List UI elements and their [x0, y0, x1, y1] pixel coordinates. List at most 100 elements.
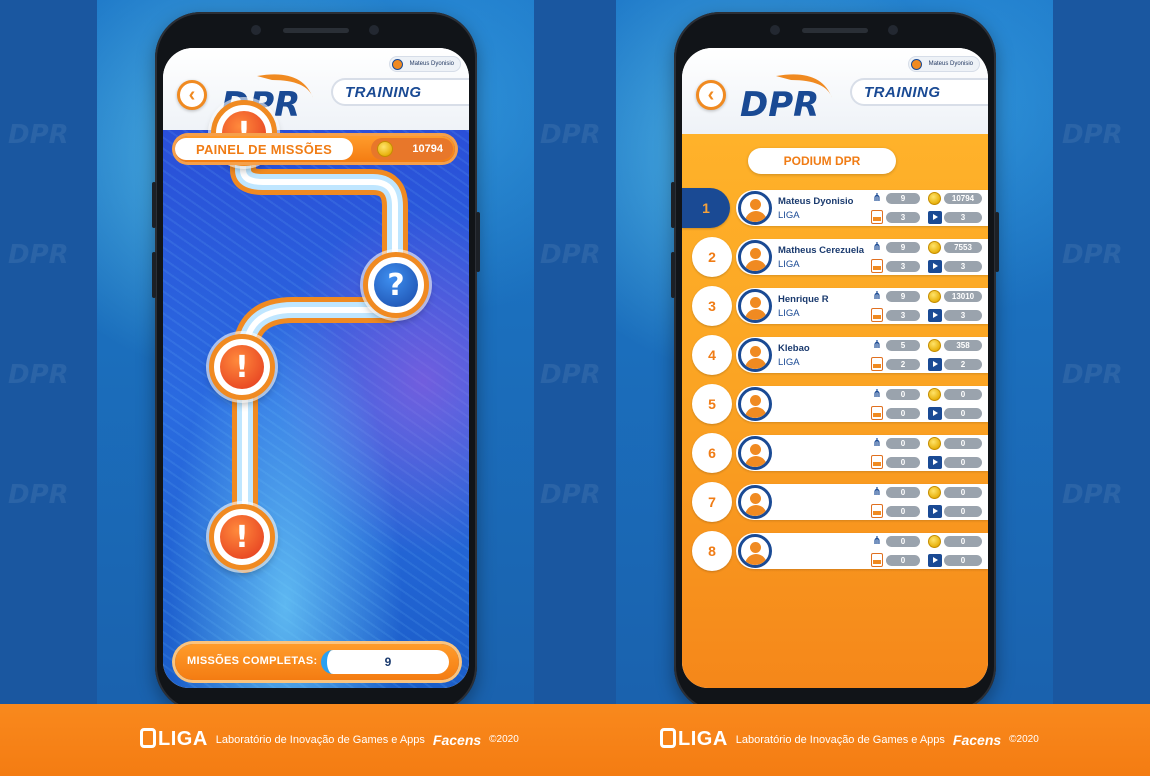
user-avatar-icon: [391, 59, 403, 70]
pdf-value: 0: [886, 506, 920, 517]
background-middle: [534, 0, 616, 704]
user-chip[interactable]: Mateus Dyonisio: [388, 56, 461, 72]
ranking-row[interactable]: 4 Klebao LIGA ⋔ 5 358 2 2: [682, 335, 988, 375]
video-value: 0: [944, 457, 982, 468]
pdf-icon: [871, 553, 883, 567]
user-chip[interactable]: Mateus Dyonisio: [907, 56, 980, 72]
chevron-left-icon: ‹: [188, 83, 196, 106]
pdf-icon: [871, 504, 883, 518]
links-value: 5: [886, 340, 920, 351]
back-button[interactable]: ‹: [177, 80, 207, 110]
player-card: Mateus Dyonisio LIGA ⋔ 9 10794 3 3: [736, 190, 988, 226]
watermark-logo: DPR: [540, 360, 601, 390]
footer-credits: LIGA Laboratório de Inovação de Games e …: [660, 728, 1039, 751]
video-icon: [928, 505, 942, 518]
player-card: ⋔ 0 0 0 0: [736, 435, 988, 471]
watermark-logo: DPR: [1062, 480, 1123, 510]
pdf-icon: [871, 210, 883, 224]
rank-badge: 5: [692, 384, 732, 424]
facens-logo: Facens: [952, 731, 1002, 748]
pdf-value: 3: [886, 212, 920, 223]
ranking-row[interactable]: 1 Mateus Dyonisio LIGA ⋔ 9 10794 3 3: [682, 188, 988, 228]
player-name: Klebao: [778, 343, 810, 354]
pdf-icon: [871, 308, 883, 322]
user-name: Mateus Dyonisio: [928, 61, 973, 67]
watermark-logo: DPR: [1062, 360, 1123, 390]
coin-icon: [928, 437, 941, 450]
share-icon: ⋔: [872, 485, 882, 498]
links-value: 9: [886, 291, 920, 302]
player-team: LIGA: [778, 210, 800, 221]
pdf-value: 0: [886, 457, 920, 468]
sensor: [369, 25, 379, 35]
watermark-logo: DPR: [1062, 120, 1123, 150]
mission-node[interactable]: !: [209, 334, 275, 400]
rank-badge: 7: [692, 482, 732, 522]
player-card: ⋔ 0 0 0 0: [736, 386, 988, 422]
rank-badge: 4: [692, 335, 732, 375]
video-icon: [928, 456, 942, 469]
ranking-row[interactable]: 5 ⋔ 0 0 0 0: [682, 384, 988, 424]
player-name: Mateus Dyonisio: [778, 196, 854, 207]
footer-credits: LIGA Laboratório de Inovação de Games e …: [140, 728, 519, 751]
pdf-value: 3: [886, 261, 920, 272]
ranking-row[interactable]: 8 ⋔ 0 0 0 0: [682, 531, 988, 571]
rank-badge: 8: [692, 531, 732, 571]
links-value: 0: [886, 536, 920, 547]
coin-counter: 10794: [371, 138, 453, 160]
pdf-icon: [871, 406, 883, 420]
avatar-icon: [738, 485, 772, 519]
facens-logo: Facens: [432, 731, 482, 748]
ranking-row[interactable]: 2 Matheus Cerezuela LIGA ⋔ 9 7553 3 3: [682, 237, 988, 277]
video-icon: [928, 309, 942, 322]
links-value: 9: [886, 193, 920, 204]
screen-missions: Mateus Dyonisio ‹ DPR TRAINING: [163, 48, 469, 688]
avatar-icon: [738, 240, 772, 274]
pdf-icon: [871, 259, 883, 273]
ranking-row[interactable]: 7 ⋔ 0 0 0 0: [682, 482, 988, 522]
missions-completed-bar: MISSÕES COMPLETAS: 9: [175, 644, 459, 680]
phone-podium: Mateus Dyonisio ‹ DPR TRAINING PODIUM DP…: [671, 12, 999, 712]
share-icon: ⋔: [872, 338, 882, 351]
mission-node[interactable]: !: [209, 504, 275, 570]
watermark-logo: DPR: [8, 120, 69, 150]
missions-map: [163, 130, 469, 688]
video-icon: [928, 554, 942, 567]
mode-label: TRAINING: [864, 83, 941, 101]
missions-value: 9: [321, 650, 449, 674]
camera: [251, 25, 261, 35]
links-value: 0: [886, 389, 920, 400]
mode-pill: TRAINING: [331, 78, 469, 106]
background-right: [1053, 0, 1150, 704]
links-value: 9: [886, 242, 920, 253]
power-button: [995, 212, 999, 272]
panel-title: PAINEL DE MISSÕES: [175, 138, 353, 160]
mission-node[interactable]: ?: [363, 252, 429, 318]
player-card: Henrique R LIGA ⋔ 9 13010 3 3: [736, 288, 988, 324]
volume-button: [671, 252, 675, 298]
share-icon: ⋔: [872, 240, 882, 253]
rank-badge: 2: [692, 237, 732, 277]
brand-text: DPR: [740, 85, 819, 125]
links-value: 0: [886, 438, 920, 449]
liga-logo: LIGA: [660, 728, 728, 751]
avatar-icon: [738, 338, 772, 372]
pdf-icon: [871, 357, 883, 371]
missions-panel-bar: PAINEL DE MISSÕES 10794: [175, 136, 455, 162]
mission-path: [230, 137, 408, 573]
power-button: [476, 212, 480, 272]
pdf-value: 2: [886, 359, 920, 370]
footer-year: ©2020: [1009, 734, 1039, 745]
coin-icon: [928, 388, 941, 401]
avatar-icon: [738, 289, 772, 323]
coin-icon: [928, 486, 941, 499]
user-avatar-icon: [910, 59, 922, 70]
back-button[interactable]: ‹: [696, 80, 726, 110]
share-icon: ⋔: [872, 191, 882, 204]
coins-value: 13010: [944, 291, 982, 302]
ranking-row[interactable]: 3 Henrique R LIGA ⋔ 9 13010 3 3: [682, 286, 988, 326]
pdf-icon: [871, 455, 883, 469]
ranking-row[interactable]: 6 ⋔ 0 0 0 0: [682, 433, 988, 473]
video-icon: [928, 260, 942, 273]
video-icon: [928, 358, 942, 371]
